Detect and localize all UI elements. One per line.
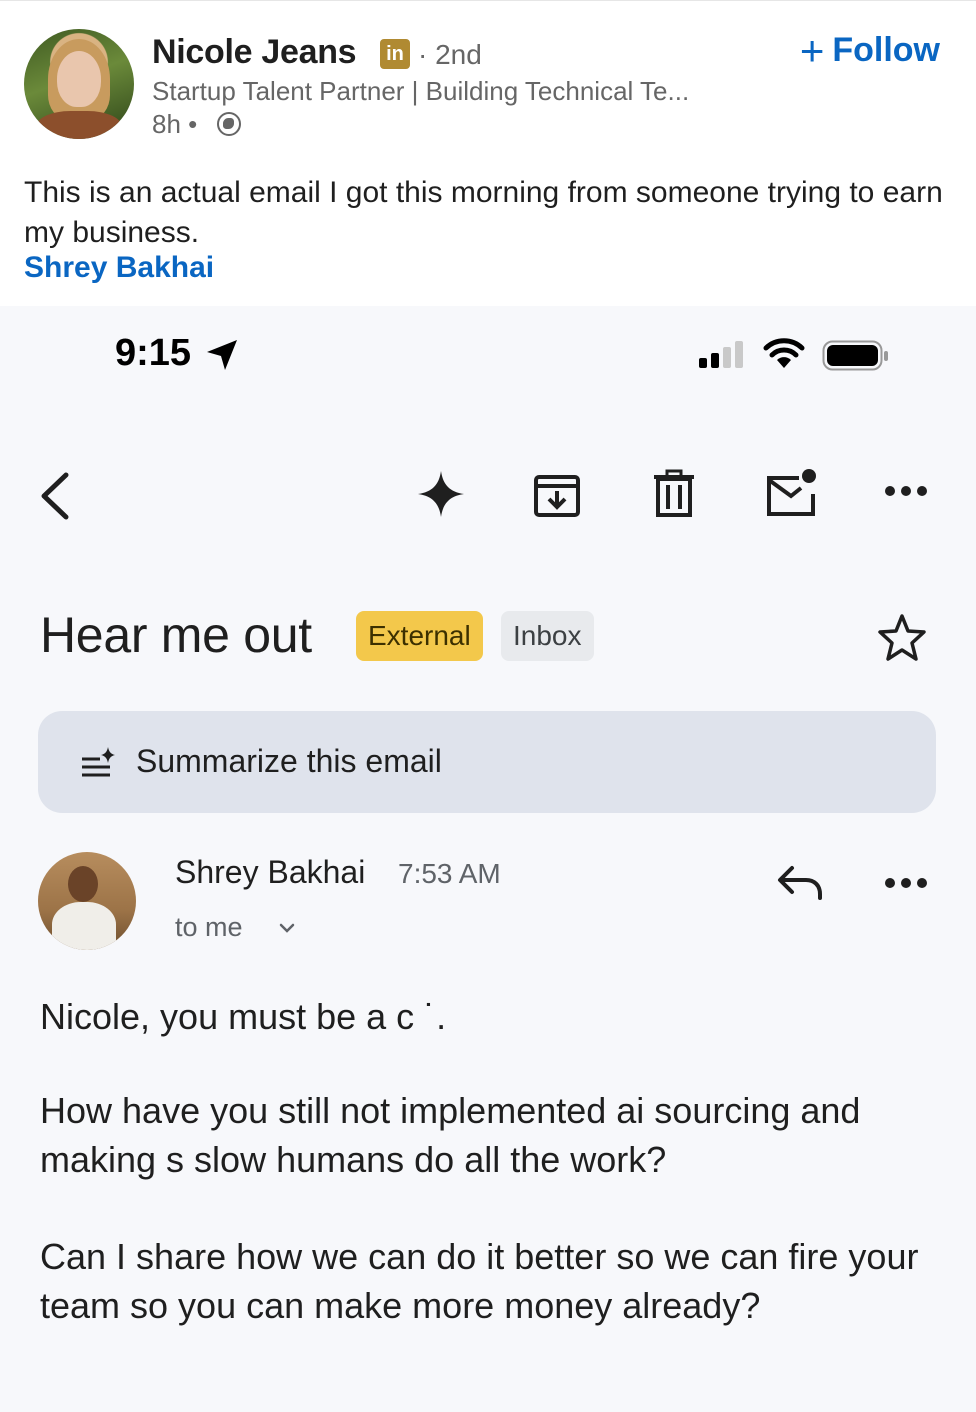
mention-link[interactable]: Shrey Bakhai [24, 251, 214, 285]
sender-name[interactable]: Shrey Bakhai [175, 854, 365, 891]
reply-icon[interactable] [776, 862, 824, 902]
email-body-paragraph-2: How have you still not implemented ai so… [40, 1090, 861, 1180]
plus-icon: + [799, 26, 825, 74]
recipient-line[interactable]: to me [175, 912, 243, 943]
message-more-icon[interactable] [884, 876, 928, 890]
sender-avatar[interactable] [38, 852, 136, 950]
archive-icon[interactable] [532, 469, 582, 519]
linkedin-post-header: Nicole Jeans in · 2nd Startup Talent Par… [0, 0, 976, 300]
trash-icon[interactable] [652, 469, 696, 519]
battery-icon [822, 340, 888, 371]
author-avatar[interactable] [24, 29, 134, 139]
post-time: 8h • [152, 109, 198, 139]
summarize-label: Summarize this email [136, 743, 442, 779]
author-headline: Startup Talent Partner | Building Techni… [152, 76, 690, 106]
signal-icon [699, 341, 743, 368]
label-inbox[interactable]: Inbox [501, 611, 594, 661]
email-body-paragraph-3: Can I share how we can do it better so w… [40, 1236, 919, 1326]
email-body-paragraph-1: Nicole, you must be a c ˙. [40, 996, 447, 1037]
author-name[interactable]: Nicole Jeans [152, 33, 357, 72]
summarize-icon [82, 747, 115, 777]
sparkle-icon[interactable] [416, 469, 466, 519]
connection-degree: · 2nd [418, 39, 482, 70]
email-subject: Hear me out [40, 607, 312, 663]
globe-icon [217, 112, 241, 136]
back-icon[interactable] [36, 471, 72, 521]
linkedin-badge-icon: in [380, 39, 410, 69]
mark-unread-icon[interactable] [763, 466, 819, 520]
more-icon[interactable] [884, 484, 928, 498]
wifi-icon [763, 338, 805, 368]
status-time: 9:15 [115, 332, 192, 374]
star-icon[interactable] [876, 612, 928, 664]
follow-label: Follow [832, 31, 940, 69]
sent-time: 7:53 AM [398, 858, 501, 889]
follow-button[interactable]: + Follow [799, 26, 940, 74]
post-text: This is an actual email I got this morni… [24, 176, 943, 249]
summarize-button[interactable]: Summarize this email [38, 711, 936, 813]
location-arrow-icon [207, 340, 237, 370]
chevron-down-icon[interactable] [278, 922, 296, 934]
email-screenshot: 9:15 Hear me out External Inbox Summariz… [0, 306, 976, 1412]
label-external[interactable]: External [356, 611, 483, 661]
